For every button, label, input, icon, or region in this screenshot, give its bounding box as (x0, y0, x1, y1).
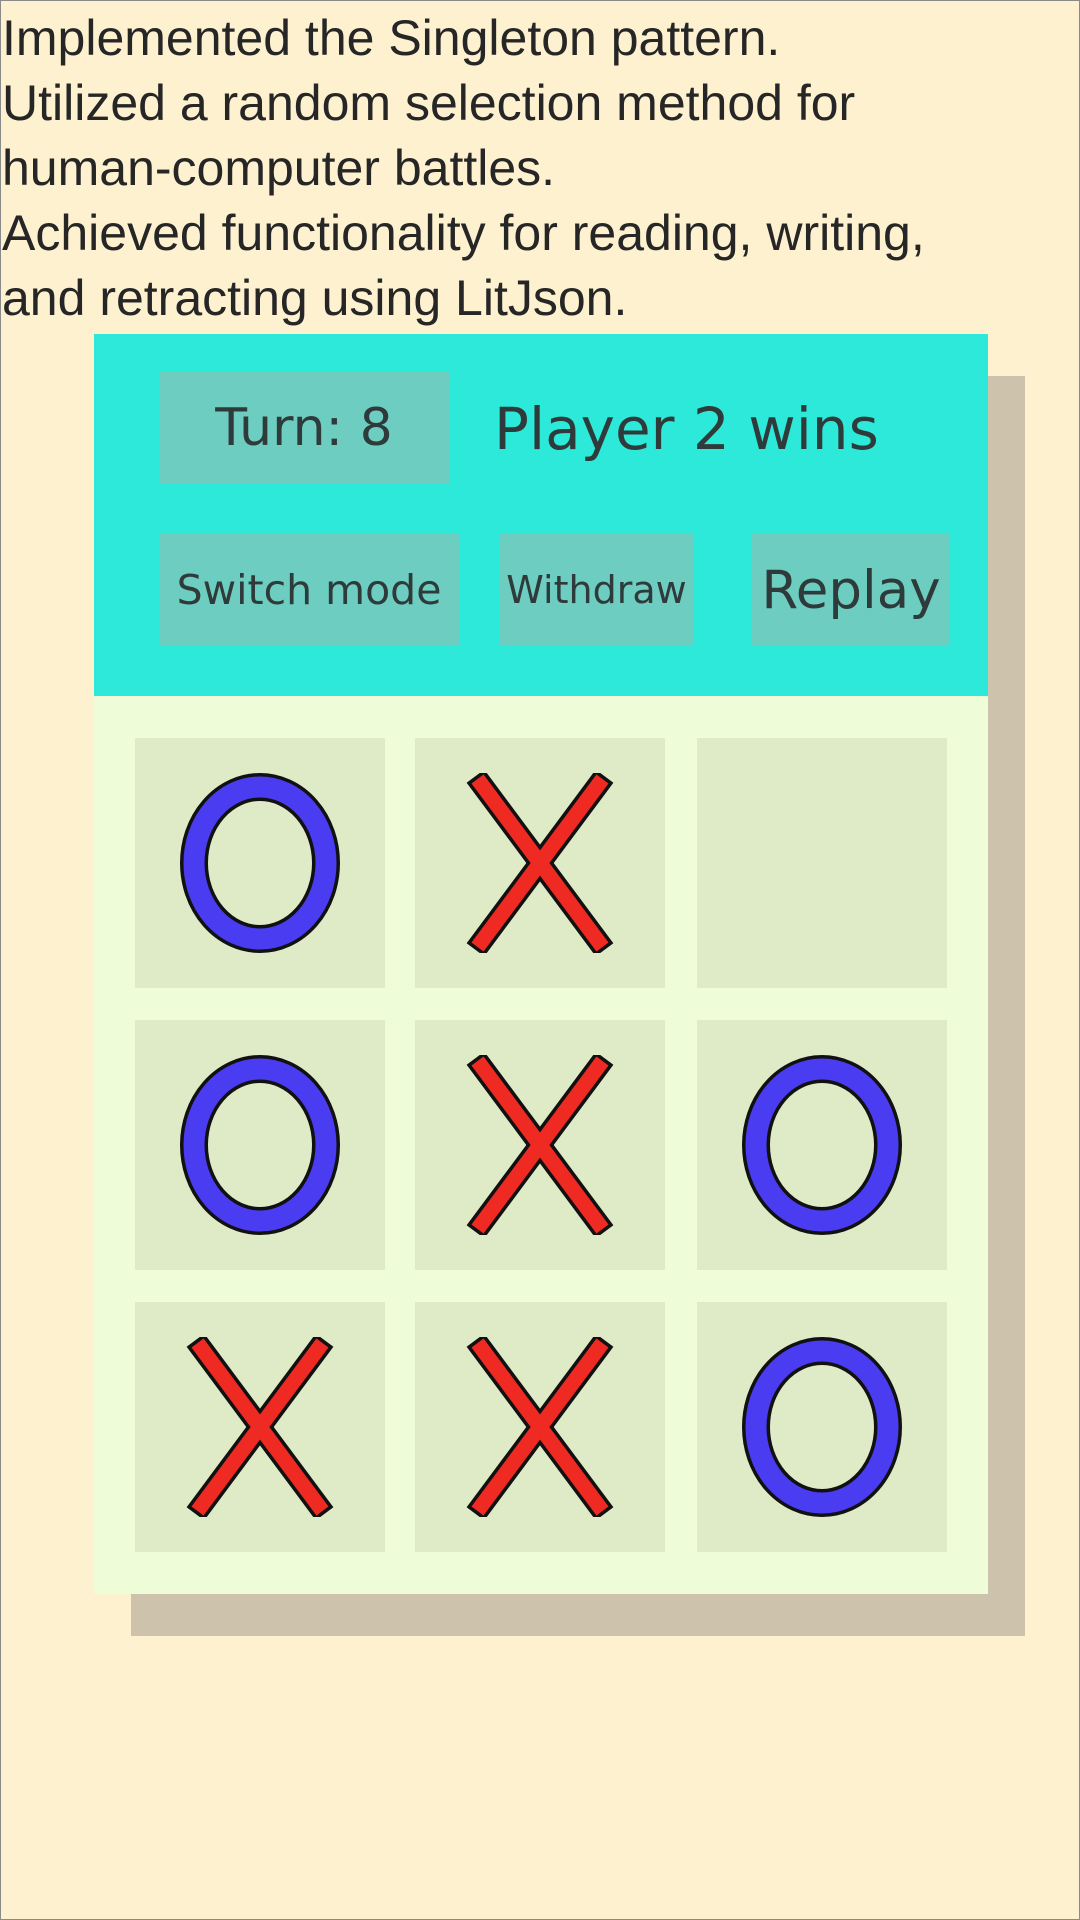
board-cell-2-1[interactable] (415, 1302, 665, 1552)
cross-x-icon (466, 773, 614, 953)
switch-mode-button[interactable]: Switch mode (159, 534, 459, 646)
description-line: Utilized a random selection method for (2, 75, 856, 131)
circle-o-icon (180, 1055, 340, 1235)
circle-o-icon (742, 1337, 902, 1517)
cross-x-icon (466, 1337, 614, 1517)
board-cell-1-0[interactable] (135, 1020, 385, 1270)
board-cell-0-1[interactable] (415, 738, 665, 988)
cross-x-icon (466, 1055, 614, 1235)
cross-x-icon (186, 1337, 334, 1517)
description-line: Implemented the Singleton pattern. (2, 10, 781, 66)
board-cell-1-2[interactable] (697, 1020, 947, 1270)
board-cell-2-0[interactable] (135, 1302, 385, 1552)
circle-o-icon (180, 773, 340, 953)
turn-counter: Turn: 8 (159, 372, 449, 484)
board-cell-0-0[interactable] (135, 738, 385, 988)
game-header: Turn: 8 Player 2 wins Switch mode Withdr… (94, 334, 988, 696)
description-text: Implemented the Singleton pattern. Utili… (2, 6, 1078, 331)
circle-o-icon (742, 1055, 902, 1235)
board-cell-1-1[interactable] (415, 1020, 665, 1270)
description-line: Achieved functionality for reading, writ… (2, 205, 925, 261)
game-panel: Turn: 8 Player 2 wins Switch mode Withdr… (94, 334, 988, 1594)
board-cell-2-2[interactable] (697, 1302, 947, 1552)
board-cell-0-2[interactable] (697, 738, 947, 988)
replay-button[interactable]: Replay (752, 534, 950, 646)
description-line: and retracting using LitJson. (2, 270, 628, 326)
game-status: Player 2 wins (494, 395, 879, 463)
description-line: human-computer battles. (2, 140, 556, 196)
withdraw-button[interactable]: Withdraw (499, 534, 694, 646)
